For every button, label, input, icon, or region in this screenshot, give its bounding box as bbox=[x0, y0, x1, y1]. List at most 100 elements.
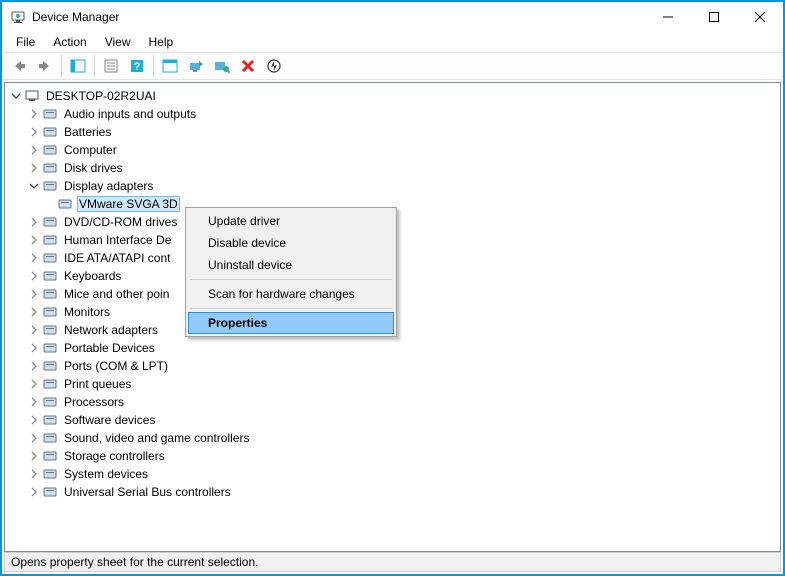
chevron-right-icon[interactable] bbox=[27, 431, 41, 445]
context-menu-update-driver[interactable]: Update driver bbox=[188, 210, 394, 232]
toolbar-separator bbox=[153, 55, 154, 77]
context-menu-uninstall-device[interactable]: Uninstall device bbox=[188, 254, 394, 276]
device-category-icon bbox=[42, 214, 58, 230]
tree-category-row[interactable]: Portable Devices bbox=[5, 339, 780, 357]
tree-category-label: Audio inputs and outputs bbox=[62, 107, 198, 121]
toolbar-update-driver-button[interactable] bbox=[184, 54, 208, 78]
tree-category-row[interactable]: Storage controllers bbox=[5, 447, 780, 465]
toolbar-properties-button[interactable] bbox=[99, 54, 123, 78]
tree-category-row[interactable]: Processors bbox=[5, 393, 780, 411]
toolbar-disable-button[interactable] bbox=[262, 54, 286, 78]
tree-category-label: DVD/CD-ROM drives bbox=[62, 215, 179, 229]
title-bar: Device Manager bbox=[2, 2, 783, 32]
device-category-icon bbox=[42, 376, 58, 392]
context-menu-properties[interactable]: Properties bbox=[188, 312, 394, 334]
chevron-right-icon[interactable] bbox=[27, 395, 41, 409]
toolbar-help-button[interactable]: ? bbox=[125, 54, 149, 78]
close-button[interactable] bbox=[737, 2, 783, 32]
device-category-icon bbox=[42, 142, 58, 158]
context-menu-disable-device[interactable]: Disable device bbox=[188, 232, 394, 254]
tree-category-label: Print queues bbox=[62, 377, 133, 391]
chevron-right-icon[interactable] bbox=[27, 377, 41, 391]
chevron-right-icon[interactable] bbox=[27, 107, 41, 121]
toolbar-back-button[interactable] bbox=[7, 54, 31, 78]
maximize-button[interactable] bbox=[691, 2, 737, 32]
device-category-icon bbox=[42, 286, 58, 302]
chevron-right-icon[interactable] bbox=[27, 449, 41, 463]
chevron-down-icon[interactable] bbox=[9, 89, 23, 103]
menu-view[interactable]: View bbox=[97, 34, 139, 50]
toolbar-scan-hardware-button[interactable] bbox=[210, 54, 234, 78]
tree-category-label: Storage controllers bbox=[62, 449, 167, 463]
device-category-icon bbox=[42, 106, 58, 122]
device-icon bbox=[57, 196, 73, 212]
device-category-icon bbox=[42, 304, 58, 320]
svg-text:?: ? bbox=[134, 61, 141, 73]
toolbar-properties2-button[interactable] bbox=[158, 54, 182, 78]
chevron-right-icon[interactable] bbox=[27, 143, 41, 157]
tree-category-row[interactable]: Batteries bbox=[5, 123, 780, 141]
chevron-right-icon[interactable] bbox=[27, 359, 41, 373]
menu-action[interactable]: Action bbox=[45, 34, 94, 50]
chevron-right-icon[interactable] bbox=[27, 413, 41, 427]
chevron-right-icon[interactable] bbox=[27, 251, 41, 265]
chevron-right-icon[interactable] bbox=[27, 233, 41, 247]
device-category-icon bbox=[42, 484, 58, 500]
menu-help[interactable]: Help bbox=[141, 34, 182, 50]
chevron-right-icon[interactable] bbox=[27, 161, 41, 175]
chevron-right-icon[interactable] bbox=[27, 323, 41, 337]
device-category-icon bbox=[42, 448, 58, 464]
menu-bar: File Action View Help bbox=[2, 32, 783, 52]
device-category-icon bbox=[42, 178, 58, 194]
device-category-icon bbox=[42, 268, 58, 284]
status-bar: Opens property sheet for the current sel… bbox=[4, 552, 781, 572]
tree-category-label: IDE ATA/ATAPI cont bbox=[62, 251, 172, 265]
tree-category-row[interactable]: Disk drives bbox=[5, 159, 780, 177]
tree-category-row[interactable]: Audio inputs and outputs bbox=[5, 105, 780, 123]
tree-category-row[interactable]: Computer bbox=[5, 141, 780, 159]
context-menu-scan-hardware[interactable]: Scan for hardware changes bbox=[188, 283, 394, 305]
tree-category-label: Human Interface De bbox=[62, 233, 173, 247]
tree-category-row[interactable]: Sound, video and game controllers bbox=[5, 429, 780, 447]
device-category-icon bbox=[42, 160, 58, 176]
tree-category-row[interactable]: Display adapters bbox=[5, 177, 780, 195]
tree-category-row[interactable]: System devices bbox=[5, 465, 780, 483]
tree-category-label: Display adapters bbox=[62, 179, 155, 193]
tree-device-label: VMware SVGA 3D bbox=[77, 196, 180, 212]
chevron-right-icon[interactable] bbox=[27, 215, 41, 229]
chevron-right-icon[interactable] bbox=[27, 467, 41, 481]
toolbar-uninstall-button[interactable] bbox=[236, 54, 260, 78]
computer-icon bbox=[24, 88, 40, 104]
window-title: Device Manager bbox=[32, 10, 119, 24]
tree-category-label: Mice and other poin bbox=[62, 287, 171, 301]
tree-category-row[interactable]: Software devices bbox=[5, 411, 780, 429]
context-menu-separator bbox=[190, 279, 392, 280]
menu-file[interactable]: File bbox=[8, 34, 43, 50]
device-category-icon bbox=[42, 250, 58, 266]
tree-category-row[interactable]: Universal Serial Bus controllers bbox=[5, 483, 780, 501]
tree-category-label: Network adapters bbox=[62, 323, 160, 337]
tree-category-label: Processors bbox=[62, 395, 126, 409]
toolbar-separator bbox=[61, 55, 62, 77]
toolbar-forward-button[interactable] bbox=[33, 54, 57, 78]
chevron-right-icon[interactable] bbox=[27, 287, 41, 301]
chevron-right-icon[interactable] bbox=[27, 341, 41, 355]
tree-category-label: Universal Serial Bus controllers bbox=[62, 485, 233, 499]
device-category-icon bbox=[42, 358, 58, 374]
toolbar-separator bbox=[94, 55, 95, 77]
chevron-right-icon[interactable] bbox=[27, 305, 41, 319]
tree-root-row[interactable]: DESKTOP-02R2UAI bbox=[5, 87, 780, 105]
chevron-right-icon[interactable] bbox=[27, 269, 41, 283]
tree-root-label: DESKTOP-02R2UAI bbox=[44, 89, 158, 103]
chevron-down-icon[interactable] bbox=[27, 179, 41, 193]
device-category-icon bbox=[42, 322, 58, 338]
tree-category-label: Batteries bbox=[62, 125, 113, 139]
tree-category-row[interactable]: Ports (COM & LPT) bbox=[5, 357, 780, 375]
toolbar-show-hide-button[interactable] bbox=[66, 54, 90, 78]
tree-category-row[interactable]: Print queues bbox=[5, 375, 780, 393]
tree-category-label: System devices bbox=[62, 467, 150, 481]
chevron-right-icon[interactable] bbox=[27, 485, 41, 499]
minimize-button[interactable] bbox=[645, 2, 691, 32]
chevron-right-icon[interactable] bbox=[27, 125, 41, 139]
device-category-icon bbox=[42, 412, 58, 428]
